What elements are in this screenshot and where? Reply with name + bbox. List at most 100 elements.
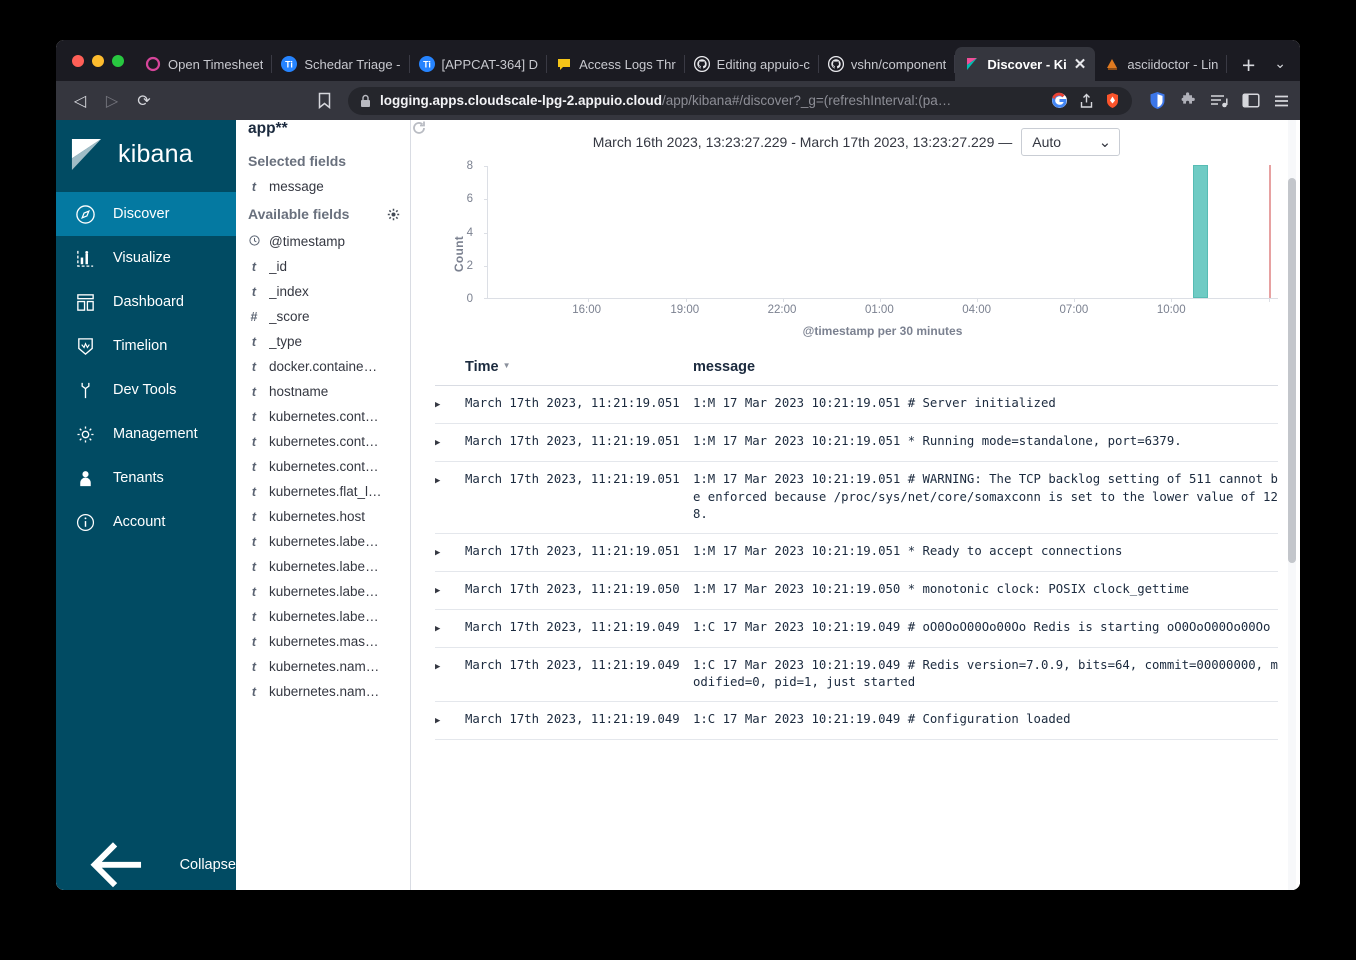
github-icon [827, 56, 844, 72]
row-time: March 17th 2023, 11:21:19.049 [465, 609, 693, 648]
gear-icon[interactable] [387, 208, 400, 224]
expand-row-button[interactable]: ▶ [435, 571, 465, 610]
google-account-icon[interactable] [1051, 92, 1068, 109]
field-type-icon: t [251, 484, 257, 499]
expand-row-button[interactable]: ▶ [435, 701, 465, 740]
forward-button[interactable]: ▷ [98, 87, 126, 115]
vertical-scrollbar[interactable] [1288, 120, 1296, 890]
x-axis-label: @timestamp per 30 minutes [802, 324, 963, 338]
field-item-kubernetes-master[interactable]: t kubernetes.mas… [236, 629, 410, 654]
field-item-kubernetes-label-3[interactable]: t kubernetes.labe… [236, 579, 410, 604]
table-row[interactable]: ▶ March 17th 2023, 11:21:19.050 1:M 17 M… [435, 571, 1278, 610]
browser-tab-strip: Open Timesheet Ti Schedar Triage - Ti [A… [56, 40, 1300, 81]
field-name: kubernetes.labe… [269, 609, 379, 624]
table-row[interactable]: ▶ March 17th 2023, 11:21:19.049 1:C 17 M… [435, 609, 1278, 648]
table-row[interactable]: ▶ March 17th 2023, 11:21:19.051 1:M 17 M… [435, 533, 1278, 572]
back-button[interactable]: ◁ [66, 87, 94, 115]
close-tab-button[interactable]: ✕ [1074, 57, 1087, 72]
browser-tab-appcat-364[interactable]: Ti [APPCAT-364] D [410, 47, 548, 81]
histogram-chart[interactable]: Count 0 2 4 6 8 16:00 19:00 22:00 01:00 … [435, 160, 1278, 341]
field-item-id[interactable]: t _id [236, 254, 410, 279]
field-type-icon: t [251, 384, 257, 399]
browser-tab-schedar-triage[interactable]: Ti Schedar Triage - [272, 47, 410, 81]
browser-tab-access-logs[interactable]: Access Logs Thr [547, 47, 685, 81]
field-item-docker-container[interactable]: t docker.containe… [236, 354, 410, 379]
brave-shield-icon[interactable] [1149, 91, 1166, 110]
expand-row-button[interactable]: ▶ [435, 609, 465, 648]
field-item-hostname[interactable]: t hostname [236, 379, 410, 404]
browser-tab-asciidoctor[interactable]: asciidoctor - Lin [1095, 47, 1228, 81]
histogram-bar[interactable] [1193, 165, 1209, 298]
close-window-button[interactable] [72, 54, 84, 67]
documents-table-head: Time ▼ message [435, 355, 1278, 386]
field-item-kubernetes-cont-1[interactable]: t kubernetes.cont… [236, 404, 410, 429]
selected-fields-header: Selected fields [236, 146, 410, 174]
table-row[interactable]: ▶ March 17th 2023, 11:21:19.051 1:M 17 M… [435, 423, 1278, 462]
sidebar-item-timelion[interactable]: Timelion [56, 324, 236, 368]
reload-button[interactable]: ⟳ [130, 87, 158, 115]
new-tab-button[interactable]: + [1229, 54, 1268, 81]
table-row[interactable]: ▶ March 17th 2023, 11:21:19.049 1:C 17 M… [435, 647, 1278, 702]
time-column-header[interactable]: Time ▼ [465, 355, 693, 386]
field-name: docker.containe… [269, 359, 378, 374]
tab-label: Editing appuio-c [716, 56, 810, 72]
tab-search-button[interactable]: ⌄ [1268, 55, 1300, 81]
field-item-kubernetes-label-2[interactable]: t kubernetes.labe… [236, 554, 410, 579]
field-name: kubernetes.nam… [269, 684, 380, 699]
field-item-kubernetes-cont-2[interactable]: t kubernetes.cont… [236, 429, 410, 454]
table-row[interactable]: ▶ March 17th 2023, 11:21:19.049 1:C 17 M… [435, 701, 1278, 740]
field-item-type[interactable]: t _type [236, 329, 410, 354]
x-tick: 22:00 [767, 304, 797, 316]
expand-row-button[interactable]: ▶ [435, 647, 465, 702]
interval-select[interactable]: Auto ⌄ [1021, 128, 1121, 156]
sidebar-item-management[interactable]: Management [56, 412, 236, 456]
index-pattern-title[interactable]: app** [236, 120, 410, 146]
minimize-window-button[interactable] [92, 54, 104, 67]
sidebar-item-visualize[interactable]: Visualize [56, 236, 236, 280]
field-item-kubernetes-namespace-1[interactable]: t kubernetes.nam… [236, 654, 410, 679]
sidebar-item-account[interactable]: Account [56, 500, 236, 544]
field-item-score[interactable]: # _score [236, 304, 410, 329]
field-item-kubernetes-cont-3[interactable]: t kubernetes.cont… [236, 454, 410, 479]
sidebar-item-tenants[interactable]: Tenants [56, 456, 236, 500]
field-item-index[interactable]: t _index [236, 279, 410, 304]
table-row[interactable]: ▶ March 17th 2023, 11:21:19.051 1:M 17 M… [435, 461, 1278, 534]
expand-row-button[interactable]: ▶ [435, 533, 465, 572]
x-tick: 19:00 [670, 304, 700, 316]
scrollbar-thumb[interactable] [1288, 178, 1296, 563]
sidebar-item-dev-tools[interactable]: Dev Tools [56, 368, 236, 412]
field-item-kubernetes-namespace-2[interactable]: t kubernetes.nam… [236, 679, 410, 704]
bookmark-icon[interactable] [310, 87, 338, 115]
browser-tab-open-timesheet[interactable]: Open Timesheet [136, 47, 273, 81]
sidebar-icon[interactable] [1242, 92, 1260, 109]
browser-tab-discover-kibana[interactable]: Discover - Ki ✕ [955, 47, 1096, 81]
field-item-message[interactable]: t message [236, 174, 410, 199]
field-item-timestamp[interactable]: @timestamp [236, 229, 410, 254]
puzzle-extension-icon[interactable] [1179, 91, 1197, 110]
field-name: kubernetes.cont… [269, 434, 379, 449]
hamburger-menu-icon[interactable] [1273, 93, 1290, 109]
share-icon[interactable] [1079, 93, 1094, 109]
playlist-icon[interactable] [1210, 92, 1229, 110]
field-item-kubernetes-flat-labels[interactable]: t kubernetes.flat_l… [236, 479, 410, 504]
field-item-kubernetes-label-1[interactable]: t kubernetes.labe… [236, 529, 410, 554]
table-row[interactable]: ▶ March 17th 2023, 11:21:19.051 1:M 17 M… [435, 385, 1278, 424]
field-type-icon: # [250, 309, 258, 324]
sidebar-collapse-button[interactable]: Collapse [56, 840, 236, 890]
browser-tab-editing-appuio[interactable]: Editing appuio-c [685, 47, 819, 81]
sort-caret-icon[interactable]: ▼ [503, 361, 511, 370]
expand-row-button[interactable]: ▶ [435, 385, 465, 424]
maximize-window-button[interactable] [112, 54, 124, 67]
message-column-header[interactable]: message [693, 355, 1278, 386]
x-tick: 16:00 [572, 304, 602, 316]
time-range-label[interactable]: March 16th 2023, 13:23:27.229 - March 17… [593, 134, 1013, 150]
brave-lion-icon[interactable] [1105, 92, 1120, 109]
browser-tab-vshn-component[interactable]: vshn/component [819, 47, 956, 81]
sidebar-item-discover[interactable]: Discover [56, 192, 236, 236]
sidebar-item-dashboard[interactable]: Dashboard [56, 280, 236, 324]
address-bar[interactable]: logging.apps.cloudscale-lpg-2.appuio.clo… [348, 86, 1132, 115]
field-item-kubernetes-label-4[interactable]: t kubernetes.labe… [236, 604, 410, 629]
expand-row-button[interactable]: ▶ [435, 423, 465, 462]
expand-row-button[interactable]: ▶ [435, 461, 465, 534]
field-item-kubernetes-host[interactable]: t kubernetes.host [236, 504, 410, 529]
